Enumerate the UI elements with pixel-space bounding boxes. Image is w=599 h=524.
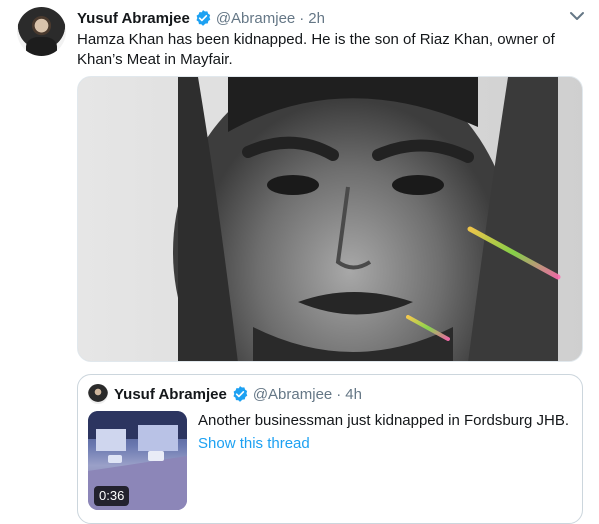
- chevron-down-icon[interactable]: [567, 8, 587, 24]
- tweet[interactable]: Yusuf Abramjee @Abramjee · 2h Hamza Khan…: [0, 0, 599, 524]
- video-duration: 0:36: [94, 486, 130, 506]
- dot-separator: ·: [336, 385, 342, 403]
- author-handle[interactable]: @Abramjee: [216, 10, 295, 27]
- quoted-text: Another businessman just kidnapped in Fo…: [198, 412, 570, 429]
- show-thread-link[interactable]: Show this thread: [198, 434, 310, 454]
- tweet-timestamp[interactable]: 2h: [308, 10, 325, 27]
- quoted-author-name: Yusuf Abramjee: [114, 385, 227, 403]
- quoted-header: Yusuf Abramjee @Abramjee · 4h: [114, 383, 362, 405]
- tweet-header: Yusuf Abramjee @Abramjee · 2h: [77, 8, 325, 28]
- quoted-author-handle: @Abramjee: [252, 385, 333, 403]
- tweet-photo[interactable]: [77, 76, 583, 362]
- dot-separator: ·: [299, 9, 305, 27]
- quoted-author-avatar: [88, 384, 108, 404]
- quoted-timestamp: 4h: [345, 385, 362, 403]
- verified-badge-icon: [231, 385, 249, 403]
- tweet-text: Hamza Khan has been kidnapped. He is the…: [77, 31, 555, 68]
- author-name[interactable]: Yusuf Abramjee: [77, 10, 190, 27]
- author-avatar[interactable]: [17, 7, 66, 56]
- verified-badge-icon: [194, 9, 212, 27]
- quoted-tweet[interactable]: Yusuf Abramjee @Abramjee · 4h 0:36 Anoth…: [77, 374, 583, 524]
- quoted-video-thumbnail[interactable]: 0:36: [88, 411, 187, 510]
